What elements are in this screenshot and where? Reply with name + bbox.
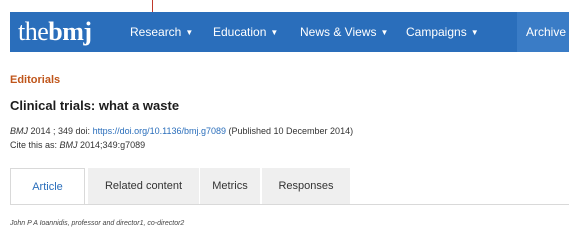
nav-archive[interactable]: Archive bbox=[517, 12, 569, 52]
tab-metrics[interactable]: Metrics bbox=[200, 168, 260, 204]
nav-research-label: Research bbox=[130, 25, 182, 39]
tabs-divider bbox=[10, 204, 569, 205]
logo-brand: bmj bbox=[48, 17, 92, 46]
cite-as-line: Cite this as: BMJ 2014;349:g7089 bbox=[10, 140, 145, 150]
author-line: John P A Ioannidis, professor and direct… bbox=[10, 220, 185, 227]
chevron-down-icon: ▼ bbox=[270, 28, 279, 37]
cite-as-ref: 2014;349:g7089 bbox=[77, 140, 146, 150]
nav-news-views[interactable]: News & Views ▼ bbox=[300, 12, 388, 52]
nav-campaigns[interactable]: Campaigns ▼ bbox=[406, 12, 479, 52]
top-navbar: thebmj Research ▼ Education ▼ News & Views… bbox=[10, 12, 569, 52]
article-tabs: Article Related content Metrics Response… bbox=[10, 168, 355, 204]
cite-as-prefix: Cite this as: bbox=[10, 140, 60, 150]
chevron-down-icon: ▼ bbox=[470, 28, 479, 37]
chevron-down-icon: ▼ bbox=[185, 28, 194, 37]
page-title: Clinical trials: what a waste bbox=[10, 98, 180, 113]
chevron-down-icon: ▼ bbox=[380, 28, 389, 37]
logo-prefix: the bbox=[18, 17, 49, 46]
nav-news-views-label: News & Views bbox=[300, 25, 377, 39]
nav-education[interactable]: Education ▼ bbox=[213, 12, 278, 52]
bmj-logo[interactable]: thebmj bbox=[18, 15, 92, 49]
doi-link[interactable]: https://doi.org/10.1136/bmj.g7089 bbox=[93, 126, 226, 136]
cite-as-journal: BMJ bbox=[59, 140, 78, 150]
tab-article[interactable]: Article bbox=[10, 168, 85, 204]
nav-education-label: Education bbox=[213, 25, 267, 39]
nav-research[interactable]: Research ▼ bbox=[130, 12, 193, 52]
published-date: (Published 10 December 2014) bbox=[226, 126, 354, 136]
citation-line: BMJ 2014 ; 349 doi: https://doi.org/10.1… bbox=[10, 126, 353, 136]
nav-campaigns-label: Campaigns bbox=[406, 25, 467, 39]
tab-related-content[interactable]: Related content bbox=[88, 168, 199, 204]
tab-responses[interactable]: Responses bbox=[262, 168, 350, 204]
citation-year-vol: 2014 ; 349 doi: bbox=[28, 126, 93, 136]
section-label[interactable]: Editorials bbox=[10, 74, 60, 86]
citation-journal: BMJ bbox=[10, 126, 28, 136]
